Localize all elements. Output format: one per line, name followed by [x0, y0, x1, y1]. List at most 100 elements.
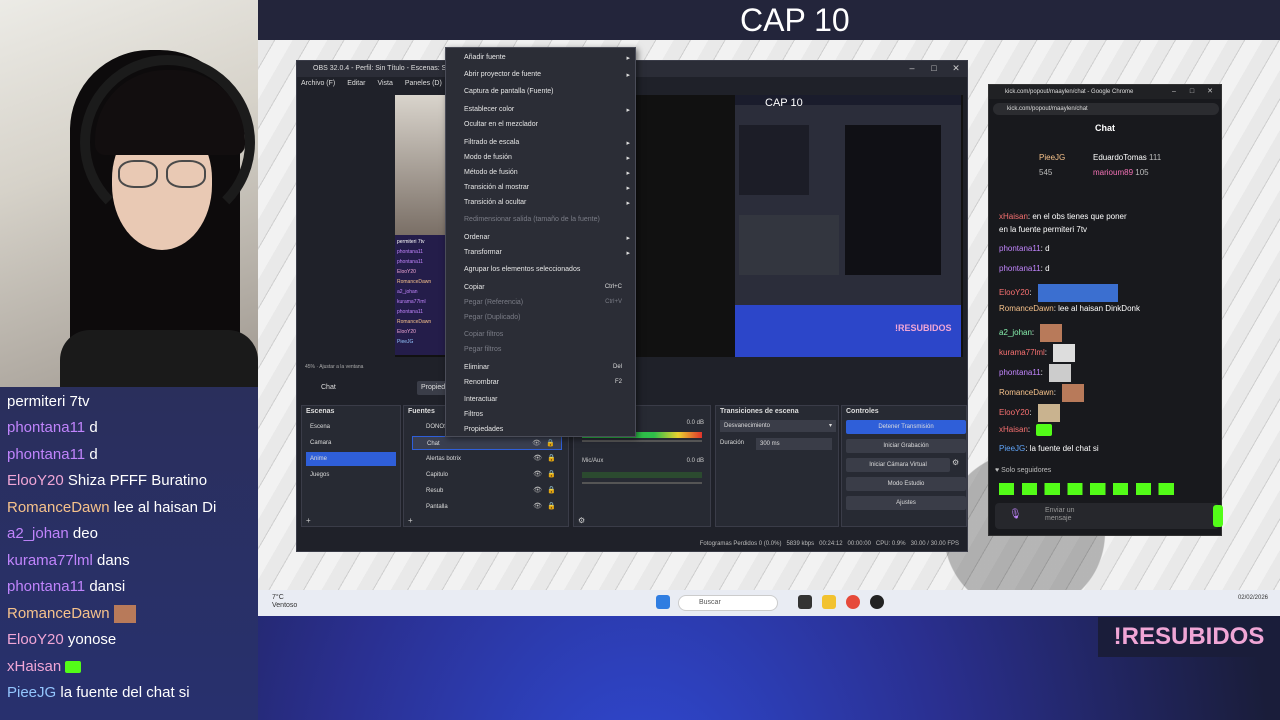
gear-icon[interactable]: ⚙	[952, 458, 959, 467]
add-source-icon[interactable]: +	[408, 516, 413, 525]
start-recording-button[interactable]: Iniciar Grabación	[846, 439, 966, 453]
close-icon[interactable]: ✕	[1199, 85, 1221, 99]
menu-item-transform[interactable]: Transformar ▸	[464, 249, 634, 257]
scene-item-selected[interactable]: Anime	[306, 452, 396, 466]
preview-cap-title: CAP 10	[765, 97, 803, 109]
chrome-icon[interactable]	[846, 595, 860, 609]
lock-icon[interactable]: 🔒	[547, 468, 556, 482]
minimize-icon[interactable]: –	[901, 61, 923, 75]
address-bar-url: kick.com/popout/maaylen/chat	[1007, 106, 1088, 112]
source-item-label: Pantalla	[426, 504, 448, 510]
chat-username: phontana11	[999, 264, 1041, 273]
weather-temp: 7°C	[272, 594, 284, 601]
source-item[interactable]: Alertas botrix 👁 🔒	[412, 452, 562, 466]
menu-view[interactable]: Vista	[377, 80, 392, 87]
menu-item-order[interactable]: Ordenar ▸	[464, 234, 634, 242]
menu-item-hide-mixer[interactable]: Ocultar en el mezclador	[464, 121, 538, 128]
eye-icon[interactable]: 👁	[533, 468, 542, 482]
stop-stream-label: Detener Transmisión	[878, 424, 934, 430]
eye-icon[interactable]: 👁	[533, 500, 542, 514]
scene-item[interactable]: Juegos	[306, 468, 396, 482]
menu-item-show-transition[interactable]: Transición al mostrar ▸	[464, 184, 634, 192]
close-icon[interactable]: ✕	[945, 61, 967, 75]
address-bar[interactable]: kick.com/popout/maaylen/chat	[993, 103, 1219, 115]
eye-icon[interactable]: 👁	[533, 452, 542, 466]
resubidos-overlay: !RESUBIDOS	[1098, 617, 1280, 657]
menu-item-label: Modo de fusión	[464, 154, 512, 161]
menu-item-rename[interactable]: Renombrar F2	[464, 379, 634, 386]
mixer-settings-icon[interactable]: ⚙	[578, 516, 585, 525]
chat-message: phontana11:	[999, 364, 1072, 382]
menu-item-properties[interactable]: Propiedades	[464, 426, 503, 433]
menu-item-scale-filter[interactable]: Filtrado de escala ▸	[464, 139, 634, 147]
leaderboard-value: 545	[1039, 168, 1053, 177]
chat-message-text: permiteri 7tv	[7, 393, 90, 410]
menu-item-open-projector[interactable]: Abrir proyector de fuente ▸	[464, 71, 634, 79]
menu-item-screenshot[interactable]: Captura de pantalla (Fuente)	[464, 88, 554, 95]
clock[interactable]: 02/02/2026	[1238, 594, 1268, 602]
current-scene-label: Chat	[301, 381, 411, 395]
menu-edit[interactable]: Editar	[347, 80, 365, 87]
menu-item-blend-mode[interactable]: Modo de fusión ▸	[464, 154, 634, 162]
source-item-selected[interactable]: Chat 👁 🔒	[412, 436, 562, 450]
lock-icon[interactable]: 🔒	[546, 437, 555, 451]
preview-chat: permiteri 7tv phontana11 phontana11 Eloo…	[395, 235, 447, 355]
add-scene-icon[interactable]: +	[306, 516, 311, 525]
source-item[interactable]: Resub 👁 🔒	[412, 484, 562, 498]
menu-item-copy-filters: Copiar filtros	[464, 331, 503, 338]
menu-shortcut: Ctrl+C	[604, 284, 622, 290]
preview-webcam	[395, 95, 447, 235]
menu-item-delete[interactable]: Eliminar Del	[464, 364, 634, 371]
duration-input[interactable]: 300 ms	[756, 438, 832, 450]
menu-file[interactable]: Archivo (F)	[301, 80, 335, 87]
menu-item-add-source[interactable]: Añadir fuente ▸	[464, 54, 634, 62]
obs-icon[interactable]	[870, 595, 884, 609]
menu-item-filters[interactable]: Filtros	[464, 411, 483, 418]
windows-start-icon[interactable]	[656, 595, 670, 609]
audio-level-1: 0.0 dB	[686, 420, 704, 426]
emote-bar[interactable]	[999, 483, 1189, 495]
chat-message-text: deo	[72, 525, 98, 542]
chat-message: RomanceDawn:	[999, 384, 1085, 402]
menu-docks[interactable]: Paneles (D)	[405, 80, 442, 87]
menu-item-blend-method[interactable]: Método de fusión ▸	[464, 169, 634, 177]
volume-slider-1[interactable]	[582, 440, 702, 442]
maximize-icon[interactable]: □	[923, 61, 945, 75]
scene-item[interactable]: Escena	[306, 420, 396, 434]
transitions-dock-title: Transiciones de escena	[720, 408, 799, 415]
clock-date: 02/02/2026	[1237, 595, 1268, 601]
followers-only-notice: ♥ Solo seguidores	[995, 467, 1052, 474]
menu-item-group[interactable]: Agrupar los elementos seleccionados	[464, 266, 580, 273]
chat-username: RomanceDawn	[999, 388, 1054, 398]
lock-icon[interactable]: 🔒	[547, 500, 556, 514]
source-item[interactable]: Pantalla 👁 🔒	[412, 500, 562, 514]
transition-select[interactable]: Desvanecimiento ▾	[720, 420, 836, 432]
folder-icon[interactable]	[822, 595, 836, 609]
audio-label-2: Mic/Aux	[582, 458, 604, 464]
stop-stream-button[interactable]: Detener Transmisión	[846, 420, 966, 434]
scene-item[interactable]: Camara	[306, 436, 396, 450]
eye-icon[interactable]: 👁	[532, 437, 541, 451]
preview-zoom[interactable]: 45%	[305, 364, 315, 370]
settings-button[interactable]: Ajustes	[846, 496, 966, 510]
mic-icon[interactable]: 🎙	[1009, 509, 1022, 520]
preview-fit[interactable]: Ajustar a la ventana	[319, 364, 363, 370]
lock-icon[interactable]: 🔒	[547, 484, 556, 498]
menu-item-copy[interactable]: Copiar Ctrl+C	[464, 284, 634, 291]
weather-widget[interactable]: 7°C Ventoso	[272, 594, 297, 610]
menu-item-hide-transition[interactable]: Transición al ocultar ▸	[464, 199, 634, 207]
source-item[interactable]: Capitulo 👁 🔒	[412, 468, 562, 482]
chat-username: a2_johan	[7, 525, 69, 542]
taskbar-search[interactable]: Buscar	[678, 595, 778, 611]
volume-slider-2[interactable]	[582, 482, 702, 484]
lock-icon[interactable]: 🔒	[547, 452, 556, 466]
start-virtual-camera-button[interactable]: Iniciar Cámara Virtual	[846, 458, 950, 472]
taskbar-app-icon[interactable]	[798, 595, 812, 609]
eye-icon[interactable]: 👁	[533, 484, 542, 498]
chat-input[interactable]: 🎙 Enviar un mensaje	[995, 503, 1219, 529]
studio-mode-button[interactable]: Modo Estudio	[846, 477, 966, 491]
menu-item-interact[interactable]: Interactuar	[464, 396, 497, 403]
chat-message: ElooY20:	[999, 284, 1118, 302]
send-button[interactable]	[1213, 505, 1223, 527]
menu-item-set-color[interactable]: Establecer color ▸	[464, 106, 634, 114]
